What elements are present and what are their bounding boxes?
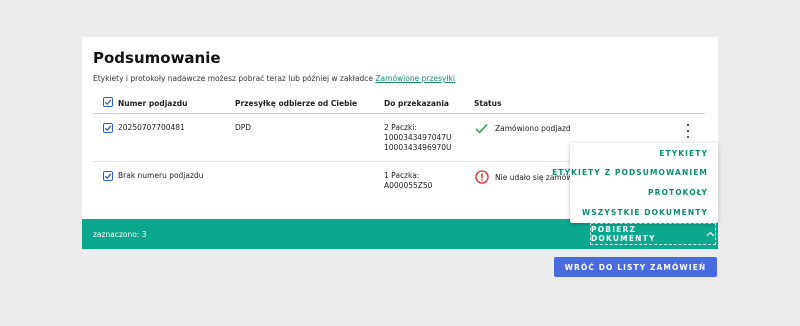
select-all-checkbox[interactable] bbox=[103, 97, 113, 107]
error-icon bbox=[475, 170, 489, 184]
selection-footer-bar: zaznaczono: 3 POBIERZ DOKUMENTY bbox=[82, 219, 718, 249]
checkmark-icon bbox=[104, 99, 112, 106]
subtitle-text: Etykiety i protokoły nadawcze możesz pob… bbox=[93, 74, 376, 83]
status-text: Zamówiono podjazd bbox=[495, 124, 571, 133]
checkmark-icon bbox=[104, 173, 112, 180]
check-icon bbox=[475, 123, 488, 134]
column-header-handover: Do przekazania bbox=[384, 99, 449, 108]
row-checkbox[interactable] bbox=[103, 123, 113, 133]
back-to-orders-button[interactable]: WRÓĆ DO LISTY ZAMÓWIEŃ bbox=[554, 257, 717, 277]
checkmark-icon bbox=[104, 125, 112, 132]
pickup-number: 20250707700481 bbox=[118, 123, 185, 132]
download-menu: ETYKIETY ETYKIETY Z PODSUMOWANIEM PROTOK… bbox=[552, 143, 718, 223]
download-documents-label: POBIERZ DOKUMENTY bbox=[591, 225, 656, 243]
back-to-orders-label: WRÓĆ DO LISTY ZAMÓWIEŃ bbox=[564, 262, 707, 272]
column-header-carrier: Przesyłkę odbierze od Ciebie bbox=[235, 99, 358, 108]
menu-item-all-documents[interactable]: WSZYSTKIE DOKUMENTY bbox=[582, 208, 708, 217]
package-id: 1000343497047U bbox=[384, 133, 452, 142]
ordered-shipments-link[interactable]: Zamówione przesyłki bbox=[375, 74, 455, 83]
row-actions-kebab-icon[interactable] bbox=[685, 124, 691, 138]
header-divider bbox=[93, 113, 705, 114]
carrier: DPD bbox=[235, 123, 252, 132]
pickup-number: Brak numeru podjazdu bbox=[118, 171, 204, 180]
handover-count: 1 Paczka: bbox=[384, 171, 420, 180]
column-header-pickup-number: Numer podjazdu bbox=[118, 99, 188, 108]
selected-count: zaznaczono: 3 bbox=[93, 230, 147, 239]
menu-item-labels-with-summary[interactable]: ETYKIETY Z PODSUMOWANIEM bbox=[552, 168, 708, 177]
menu-item-protocols[interactable]: PROTOKOŁY bbox=[648, 188, 708, 197]
chevron-up-icon bbox=[706, 231, 715, 237]
package-id: A000055Z50 bbox=[384, 181, 433, 190]
handover-count: 2 Paczki: bbox=[384, 123, 417, 132]
package-id: 1000343496970U bbox=[384, 143, 452, 152]
row-checkbox[interactable] bbox=[103, 171, 113, 181]
download-documents-button[interactable]: POBIERZ DOKUMENTY bbox=[590, 223, 716, 245]
page-title: Podsumowanie bbox=[93, 49, 221, 67]
summary-subtitle: Etykiety i protokoły nadawcze możesz pob… bbox=[93, 74, 455, 83]
menu-item-labels[interactable]: ETYKIETY bbox=[659, 149, 708, 158]
column-header-status: Status bbox=[474, 99, 502, 108]
